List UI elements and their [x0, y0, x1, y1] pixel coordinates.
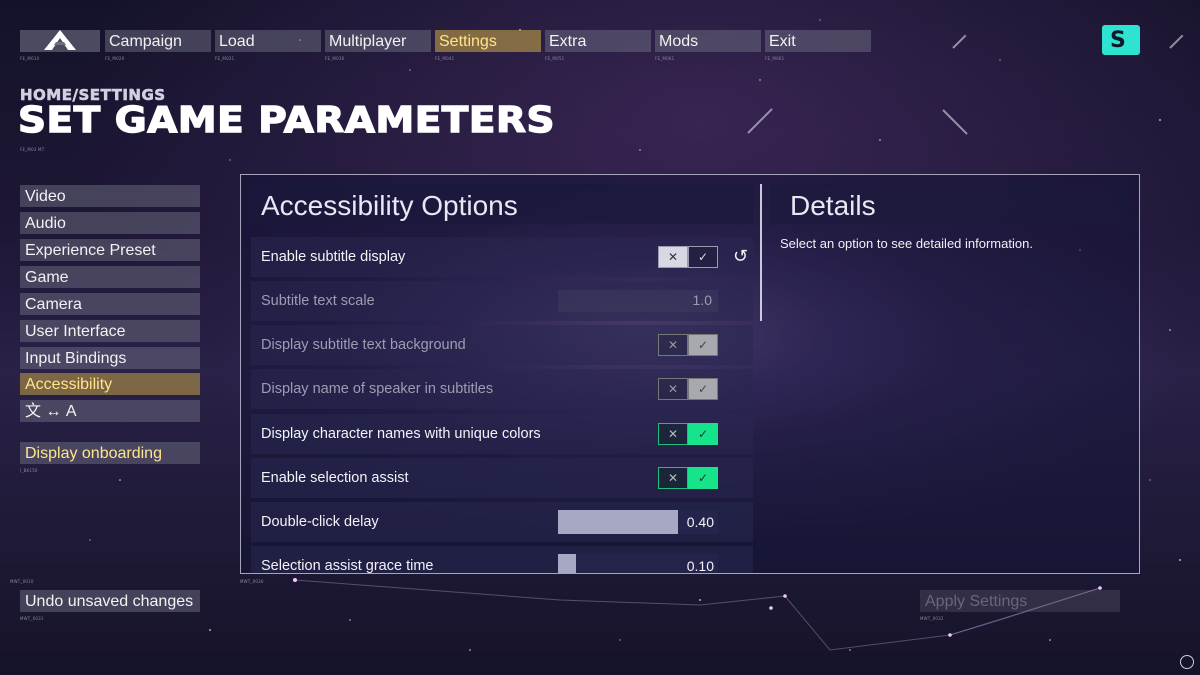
decorative-line	[942, 109, 968, 135]
toggle-off-icon[interactable]: ✕	[658, 334, 688, 356]
brand-logo-icon: S	[1102, 25, 1140, 55]
undo-unsaved-changes-button[interactable]: Undo unsaved changes	[20, 590, 200, 612]
sidebar-item-language[interactable]: 文 ↔ A	[20, 400, 200, 422]
setting-row-speaker-name[interactable]: Display name of speaker in subtitles ✕ ✓	[251, 369, 753, 409]
nav-exit[interactable]: Exit	[765, 30, 871, 52]
nav-settings[interactable]: Settings	[435, 30, 541, 52]
display-onboarding-button[interactable]: Display onboarding	[20, 442, 200, 464]
slider-fill[interactable]	[558, 554, 576, 573]
decorative-line	[747, 108, 773, 134]
settings-panel: Accessibility Options Details Select an …	[240, 174, 1140, 574]
nav-code: FE_M030	[325, 56, 345, 61]
panel-divider	[760, 184, 762, 321]
loading-icon	[1180, 655, 1194, 669]
onboarding-code: I_BK150	[20, 468, 38, 473]
nav-load[interactable]: Load	[215, 30, 321, 52]
details-text: Select an option to see detailed informa…	[780, 236, 1033, 251]
game-logo-icon	[44, 30, 76, 50]
decorative-line	[1169, 34, 1184, 49]
details-header: Details	[770, 184, 1130, 224]
nav-code: FE_M020	[105, 56, 125, 61]
nav-multiplayer[interactable]: Multiplayer	[325, 30, 431, 52]
toggle-off-icon[interactable]: ✕	[658, 423, 688, 445]
toggle-on-icon[interactable]: ✓	[688, 423, 718, 445]
setting-row-unique-colors[interactable]: Display character names with unique colo…	[251, 414, 753, 454]
setting-row-selection-grace-time[interactable]: Selection assist grace time 0.10	[251, 546, 753, 574]
selection-assist-toggle[interactable]: ✕ ✓	[658, 467, 718, 489]
slider-fill[interactable]	[558, 510, 678, 534]
subtitle-scale-value: 1.0	[692, 292, 712, 308]
toggle-on-icon[interactable]: ✓	[688, 246, 718, 268]
unique-colors-toggle[interactable]: ✕ ✓	[658, 423, 718, 445]
apply-code: MWT_0032	[920, 616, 944, 621]
setting-label: Subtitle text scale	[261, 293, 375, 309]
sidebar-item-audio[interactable]: Audio	[20, 212, 200, 234]
setting-label: Enable selection assist	[261, 470, 409, 486]
nav-code: FE_M021	[215, 56, 235, 61]
sidebar-code: MWT_0010	[10, 579, 34, 584]
toggle-on-icon[interactable]: ✓	[688, 378, 718, 400]
setting-label: Display character names with unique colo…	[261, 426, 541, 442]
subtitle-display-toggle[interactable]: ✕ ✓	[658, 246, 718, 268]
double-click-delay-slider[interactable]: 0.40	[558, 510, 718, 534]
toggle-on-icon[interactable]: ✓	[688, 467, 718, 489]
toggle-off-icon[interactable]: ✕	[658, 378, 688, 400]
accessibility-options-header: Accessibility Options	[251, 184, 753, 224]
nav-code: FE_M041	[435, 56, 455, 61]
nav-code: FE_M061	[655, 56, 675, 61]
toggle-on-icon[interactable]: ✓	[688, 334, 718, 356]
details-title: Details	[790, 190, 876, 221]
apply-settings-button[interactable]: Apply Settings	[920, 590, 1120, 612]
nav-code: FE_M051	[545, 56, 565, 61]
accessibility-options-title: Accessibility Options	[261, 190, 518, 221]
setting-row-subtitle-display[interactable]: Enable subtitle display ✕ ✓ ↺	[251, 237, 753, 277]
sidebar-item-experience-preset[interactable]: Experience Preset	[20, 239, 200, 261]
nav-code-logo: FE_M010	[20, 56, 40, 61]
setting-row-subtitle-scale[interactable]: Subtitle text scale 1.0	[251, 281, 753, 321]
undo-code: MWT_0031	[20, 616, 44, 621]
slider-value: 0.40	[686, 514, 714, 530]
sidebar-item-game[interactable]: Game	[20, 266, 200, 288]
speaker-name-toggle[interactable]: ✕ ✓	[658, 378, 718, 400]
panel-code: MWT_0030	[240, 579, 264, 584]
decorative-line	[952, 34, 967, 49]
sidebar-item-video[interactable]: Video	[20, 185, 200, 207]
sidebar-item-input-bindings[interactable]: Input Bindings	[20, 347, 200, 369]
sidebar-item-accessibility[interactable]: Accessibility	[20, 373, 200, 395]
home-logo-button[interactable]	[20, 30, 100, 52]
nav-extra[interactable]: Extra	[545, 30, 651, 52]
reset-icon[interactable]: ↺	[733, 246, 753, 268]
brand-logo-glyph: S	[1110, 28, 1126, 53]
page-title: SET GAME PARAMETERS	[17, 99, 555, 141]
toggle-off-icon[interactable]: ✕	[658, 467, 688, 489]
title-code: FE_M03 MT	[20, 147, 45, 152]
setting-row-subtitle-background[interactable]: Display subtitle text background ✕ ✓	[251, 325, 753, 365]
sidebar-item-camera[interactable]: Camera	[20, 293, 200, 315]
slider-value: 0.10	[686, 558, 714, 574]
subtitle-background-toggle[interactable]: ✕ ✓	[658, 334, 718, 356]
nav-campaign[interactable]: Campaign	[105, 30, 211, 52]
setting-label: Enable subtitle display	[261, 249, 406, 265]
sidebar-item-user-interface[interactable]: User Interface	[20, 320, 200, 342]
setting-label: Display name of speaker in subtitles	[261, 381, 494, 397]
subtitle-scale-field[interactable]: 1.0	[558, 290, 718, 312]
selection-grace-time-slider[interactable]: 0.10	[558, 554, 718, 574]
nav-mods[interactable]: Mods	[655, 30, 761, 52]
setting-label: Selection assist grace time	[261, 558, 434, 574]
setting-row-double-click-delay[interactable]: Double-click delay 0.40	[251, 502, 753, 542]
toggle-off-icon[interactable]: ✕	[658, 246, 688, 268]
setting-label: Double-click delay	[261, 514, 379, 530]
setting-row-selection-assist[interactable]: Enable selection assist ✕ ✓	[251, 458, 753, 498]
setting-label: Display subtitle text background	[261, 337, 466, 353]
nav-code: FE_M061	[765, 56, 785, 61]
